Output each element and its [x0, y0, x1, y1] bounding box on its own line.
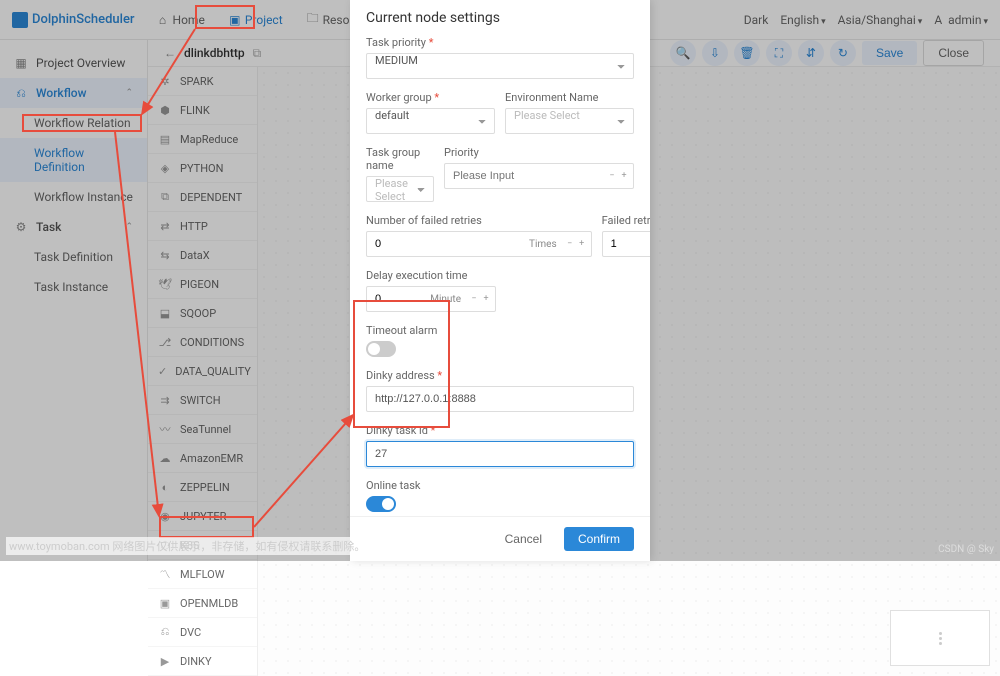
label-worker-group: Worker group: [366, 91, 495, 104]
palette-item-mlflow[interactable]: 〽MLFLOW: [148, 560, 257, 589]
minimap[interactable]: [890, 610, 990, 666]
dinky-icon: ▶: [158, 654, 172, 668]
mlflow-icon: 〽: [158, 567, 172, 581]
palette-item-dvc[interactable]: ⎌DVC: [148, 618, 257, 647]
palette-item-dinky[interactable]: ▶DINKY: [148, 647, 257, 676]
plus-icon[interactable]: +: [577, 239, 587, 249]
input-retry-interval[interactable]: Minute −+: [602, 231, 650, 257]
drawer-body: Task priority MEDIUM Worker group defaul…: [350, 36, 650, 516]
label-env-name: Environment Name: [505, 91, 634, 104]
node-settings-drawer: Current node settings Task priority MEDI…: [350, 0, 650, 561]
toggle-online-task[interactable]: [366, 496, 396, 512]
input-priority[interactable]: −+: [444, 163, 634, 189]
label-task-priority: Task priority: [366, 36, 634, 49]
minus-icon[interactable]: −: [607, 171, 617, 181]
plus-icon[interactable]: +: [481, 294, 491, 304]
drawer-footer: Cancel Confirm: [350, 516, 650, 561]
plus-icon[interactable]: +: [619, 171, 629, 181]
minus-icon[interactable]: −: [469, 294, 479, 304]
confirm-button[interactable]: Confirm: [564, 527, 634, 551]
select-worker-group[interactable]: default: [366, 108, 495, 134]
label-online-task: Online task: [366, 479, 634, 492]
input-failed-retries[interactable]: Times −+: [366, 231, 592, 257]
minus-icon[interactable]: −: [565, 239, 575, 249]
toggle-timeout-alarm[interactable]: [366, 341, 396, 357]
label-dinky-address: Dinky address: [366, 369, 634, 382]
label-retry-interval: Failed retry interval: [602, 214, 650, 227]
select-task-group[interactable]: Please Select: [366, 176, 434, 202]
drawer-title: Current node settings: [350, 0, 650, 36]
label-priority: Priority: [444, 146, 634, 159]
label-delay-exec: Delay execution time: [366, 269, 634, 282]
label-timeout-alarm: Timeout alarm: [366, 324, 634, 337]
cancel-button[interactable]: Cancel: [493, 527, 554, 551]
openmldb-icon: ▣: [158, 596, 172, 610]
label-dinky-task-id: Dinky task id: [366, 424, 634, 437]
input-delay-exec[interactable]: Minute −+: [366, 286, 496, 312]
input-dinky-task-id[interactable]: [366, 441, 634, 467]
label-failed-retries: Number of failed retries: [366, 214, 592, 227]
watermark: www.toymoban.com 网络图片仅供展示，非存储，如有侵权请联系删除。: [6, 537, 368, 555]
palette-item-openmldb[interactable]: ▣OPENMLDB: [148, 589, 257, 618]
dvc-icon: ⎌: [158, 625, 172, 639]
watermark-right: CSDN @ Sky: [938, 544, 994, 555]
select-env-name[interactable]: Please Select: [505, 108, 634, 134]
label-task-group: Task group name: [366, 146, 434, 172]
input-dinky-address[interactable]: [366, 386, 634, 412]
select-task-priority[interactable]: MEDIUM: [366, 53, 634, 79]
